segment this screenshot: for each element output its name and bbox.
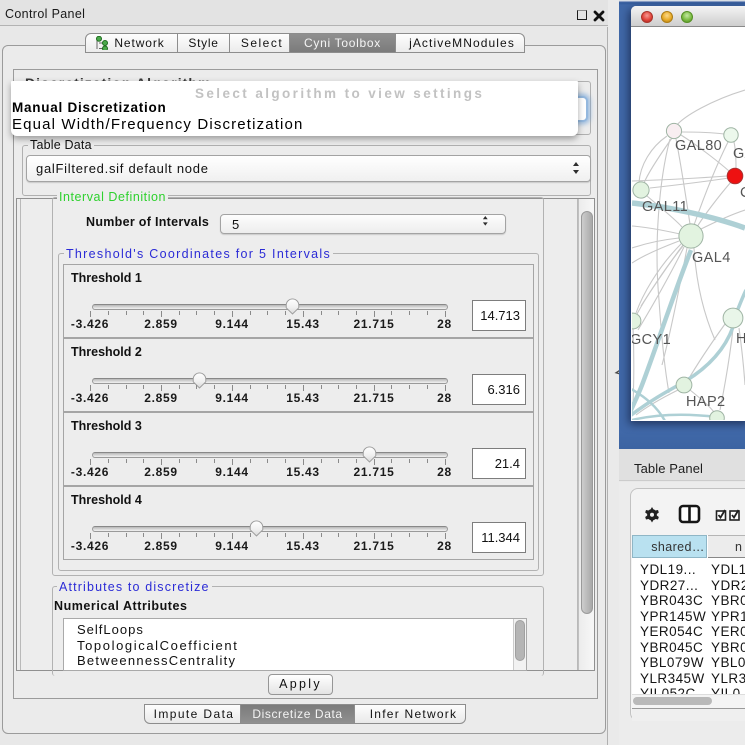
svg-text:GA: GA (733, 146, 745, 162)
svg-text:GCY1: GCY1 (632, 332, 671, 348)
svg-text:GAL4: GAL4 (692, 250, 731, 266)
svg-text:GAL80: GAL80 (675, 138, 722, 154)
svg-text:HAP2: HAP2 (686, 394, 725, 410)
svg-text:C: C (740, 185, 745, 201)
svg-text:GAL11: GAL11 (642, 199, 688, 215)
svg-text:H: H (736, 331, 745, 347)
